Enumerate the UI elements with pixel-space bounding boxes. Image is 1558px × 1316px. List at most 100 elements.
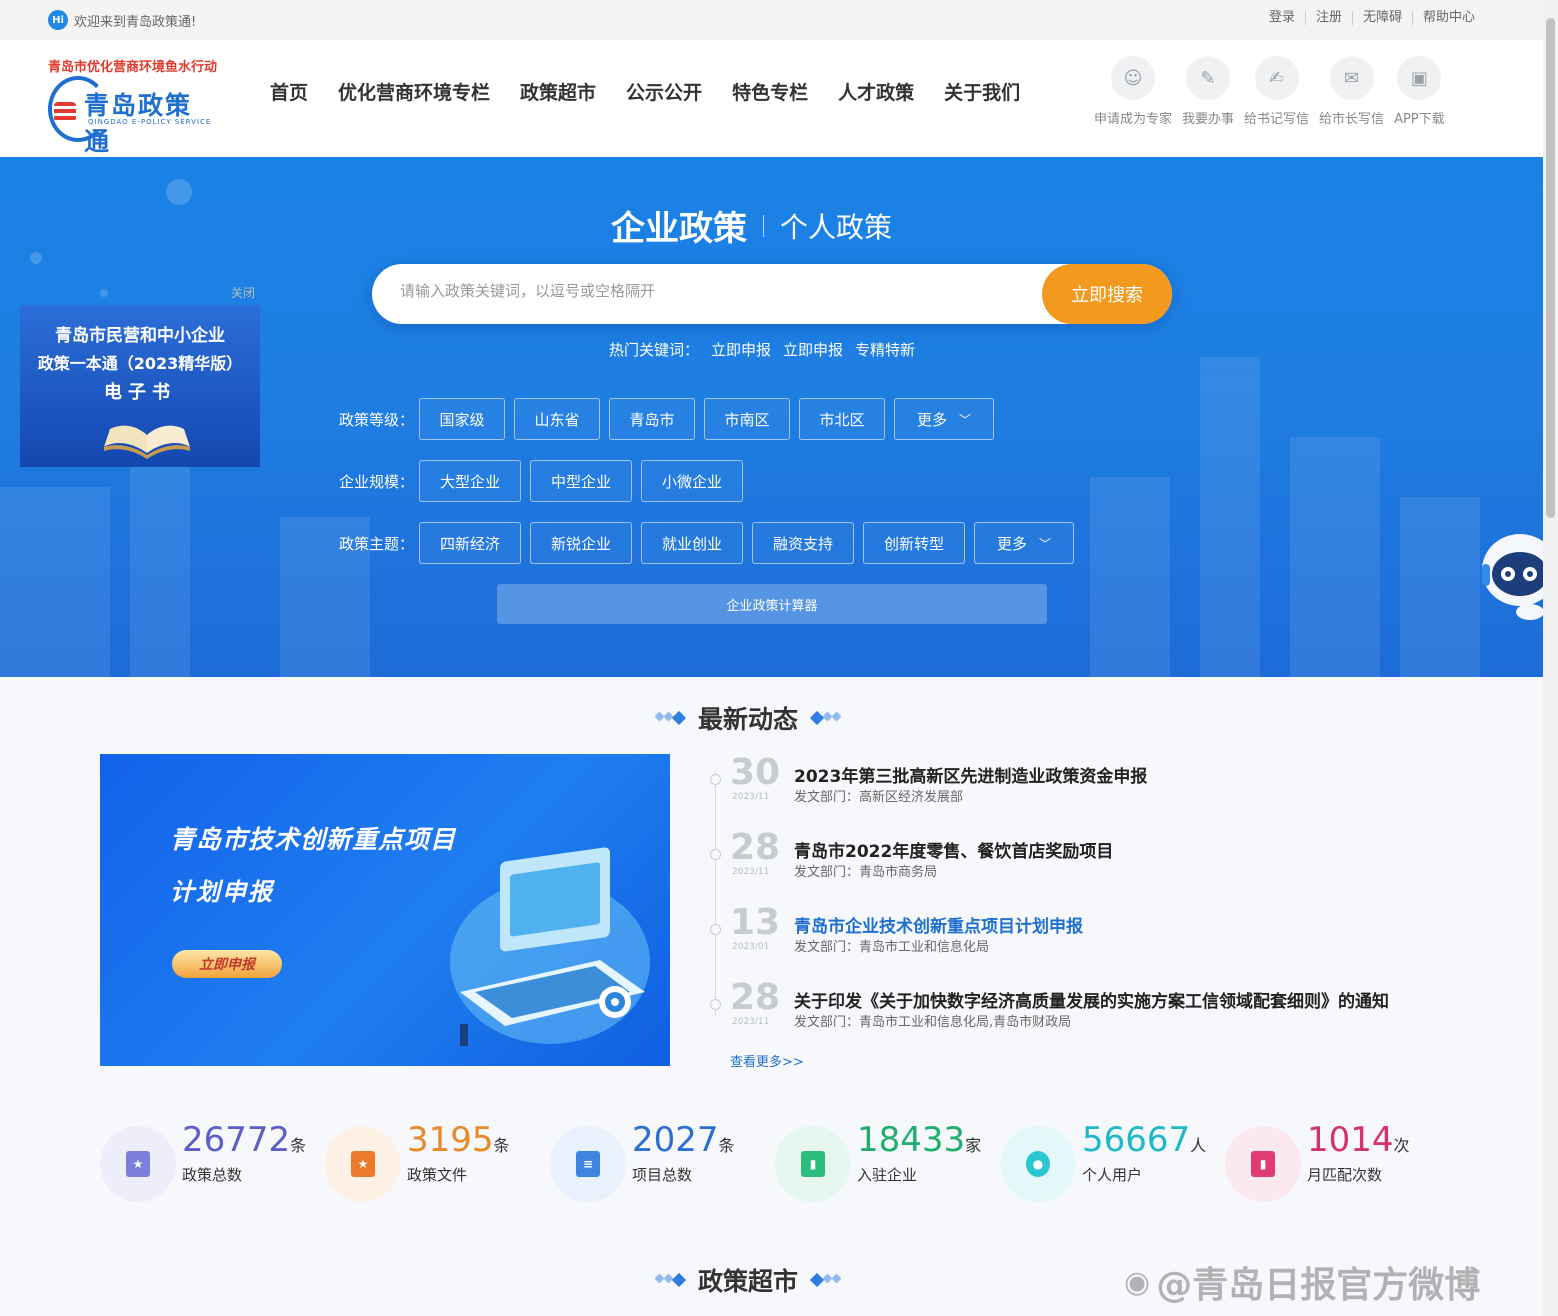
policy-calculator-button[interactable]: 企业政策计算器 <box>497 584 1047 624</box>
chip-innovation[interactable]: 创新转型 <box>863 522 965 564</box>
letter-icon: ✉ <box>1329 56 1374 100</box>
stat-unit: 条 <box>493 1136 510 1155</box>
chip-medium-enterprise[interactable]: 中型企业 <box>530 460 632 502</box>
stat-label: 政策总数 <box>182 1166 243 1184</box>
hot-keyword[interactable]: 专精特新 <box>855 339 915 360</box>
news-item[interactable]: 30 2023/11 2023年第三批高新区先进制造业政策资金申报 发文部门：高… <box>708 752 1468 831</box>
chip-large-enterprise[interactable]: 大型企业 <box>419 460 521 502</box>
banner-title-line1: 青岛市技术创新重点项目 <box>170 825 457 854</box>
quick-mayor-letter[interactable]: ✉ 给市长写信 <box>1319 56 1384 127</box>
nav-policy-market[interactable]: 政策超市 <box>520 78 596 105</box>
laptop-illustration-icon <box>450 847 650 1046</box>
chip-shibei[interactable]: 市北区 <box>799 398 885 440</box>
chevron-down-icon: ﹀ <box>959 412 972 427</box>
chip-financing[interactable]: 融资支持 <box>752 522 854 564</box>
quick-app-download[interactable]: ▣ APP下载 <box>1394 56 1445 127</box>
stat-policy-files: ★ 3195条 政策文件 <box>325 1118 550 1208</box>
quick-app-label: APP下载 <box>1394 112 1445 127</box>
quick-expert[interactable]: ☺ 申请成为专家 <box>1094 56 1172 127</box>
chip-new-economy[interactable]: 四新经济 <box>419 522 521 564</box>
quick-secretary-label: 给书记写信 <box>1244 112 1310 127</box>
news-year-month: 2023/01 <box>732 942 770 952</box>
nav-about-us[interactable]: 关于我们 <box>944 78 1020 105</box>
news-item-title[interactable]: 青岛市企业技术创新重点项目计划申报 <box>794 912 1083 937</box>
news-year-month: 2023/11 <box>732 792 770 802</box>
robot-assistant-icon[interactable] <box>1480 528 1543 620</box>
banner-apply-button[interactable]: 立即申报 <box>172 950 282 978</box>
nav-special-column[interactable]: 特色专栏 <box>732 78 808 105</box>
policy-tabs: 企业政策 个人政策 <box>611 201 892 250</box>
hot-keyword[interactable]: 立即申报 <box>783 339 843 360</box>
stat-unit: 家 <box>965 1136 982 1155</box>
timeline-dot-icon <box>710 774 721 785</box>
search-input[interactable] <box>400 282 1020 300</box>
login-link[interactable]: 登录 <box>1259 11 1305 25</box>
chip-emerging-enterprise[interactable]: 新锐企业 <box>530 522 632 564</box>
chip-more-topics[interactable]: 更多 ﹀ <box>974 522 1074 564</box>
stat-personal-users: ● 56667人 个人用户 <box>1000 1118 1225 1208</box>
news-year-month: 2023/11 <box>732 1017 770 1027</box>
stat-label: 政策文件 <box>407 1166 468 1184</box>
news-more-link[interactable]: 查看更多>> <box>730 1051 804 1070</box>
ebook-close-button[interactable]: 关闭 <box>231 284 255 301</box>
nav-home[interactable]: 首页 <box>270 78 308 105</box>
hi-icon: Hi <box>48 10 68 30</box>
news-item[interactable]: 28 2023/11 关于印发《关于加快数字经济高质量发展的实施方案工信领域配套… <box>708 977 1468 1056</box>
stats-row: ★ 26772条 政策总数 ★ 3195条 政策文件 ≡ 2027条 项目总数 … <box>100 1118 1450 1208</box>
stat-label: 个人用户 <box>1082 1166 1143 1184</box>
clipboard-icon: ✎ <box>1186 56 1231 100</box>
user-icon: ● <box>1026 1151 1050 1177</box>
header: 青岛市优化营商环境鱼水行动 青岛政策通 QINGDAO E-POLICY SER… <box>0 40 1543 157</box>
news-banner[interactable]: 青岛市技术创新重点项目 计划申报 立即申报 <box>100 754 670 1066</box>
ebook-ad[interactable]: 青岛市民营和中小企业 政策一本通（2023精华版） 电子书 <box>20 305 260 467</box>
chip-shinan[interactable]: 市南区 <box>704 398 790 440</box>
nav-public-notice[interactable]: 公示公开 <box>626 78 702 105</box>
tab-personal-policy[interactable]: 个人政策 <box>780 206 892 246</box>
chip-small-enterprise[interactable]: 小微企业 <box>641 460 743 502</box>
nav-talent-policy[interactable]: 人才政策 <box>838 78 914 105</box>
stat-label: 月匹配次数 <box>1307 1166 1383 1184</box>
site-logo[interactable]: 青岛政策通 QINGDAO E-POLICY SERVICE <box>48 76 218 156</box>
logo-wave-icon <box>54 102 76 122</box>
news-item-title[interactable]: 青岛市2022年度零售、餐饮首店奖励项目 <box>794 837 1113 862</box>
welcome-text: 欢迎来到青岛政策通! <box>74 14 197 30</box>
news-item-title[interactable]: 2023年第三批高新区先进制造业政策资金申报 <box>794 762 1147 787</box>
quick-secretary-letter[interactable]: ✍ 给书记写信 <box>1244 56 1309 127</box>
news-item[interactable]: 13 2023/01 青岛市企业技术创新重点项目计划申报 发文部门：青岛市工业和… <box>708 902 1468 981</box>
timeline-dot-icon <box>710 924 721 935</box>
quick-service[interactable]: ✎ 我要办事 <box>1182 56 1234 127</box>
main-nav: 首页 优化营商环境专栏 政策超市 公示公开 特色专栏 人才政策 关于我们 <box>270 78 1020 105</box>
help-center-link[interactable]: 帮助中心 <box>1411 11 1485 25</box>
scrollbar-thumb[interactable] <box>1546 18 1555 518</box>
diamond-decor-icon <box>654 710 687 726</box>
logo-slogan: 青岛市优化营商环境鱼水行动 <box>48 60 218 75</box>
news-section-title: 最新动态 <box>654 700 842 736</box>
hot-keywords: 热门关键词： 立即申报 立即申报 专精特新 <box>609 339 915 360</box>
news-item-title[interactable]: 关于印发《关于加快数字经济高质量发展的实施方案工信领域配套细则》的通知 <box>794 987 1389 1012</box>
project-box-icon: ≡ <box>576 1151 600 1177</box>
register-link[interactable]: 注册 <box>1304 11 1352 25</box>
hot-keyword[interactable]: 立即申报 <box>711 339 771 360</box>
watermark-text: @青岛日报官方微博 <box>1156 1265 1481 1306</box>
filter-policy-topic: 政策主题： 四新经济 新锐企业 就业创业 融资支持 创新转型 更多 ﹀ <box>339 522 1083 564</box>
chip-shandong[interactable]: 山东省 <box>514 398 600 440</box>
chip-more-levels[interactable]: 更多 ﹀ <box>894 398 994 440</box>
stat-icon-bg: ★ <box>325 1126 401 1202</box>
policy-file-icon: ★ <box>351 1151 375 1177</box>
market-title: 政策超市 <box>698 1267 799 1296</box>
news-item[interactable]: 28 2023/11 青岛市2022年度零售、餐饮首店奖励项目 发文部门：青岛市… <box>708 827 1468 906</box>
chip-national[interactable]: 国家级 <box>419 398 505 440</box>
tab-enterprise-policy[interactable]: 企业政策 <box>611 201 747 250</box>
stat-icon-bg: ● <box>1000 1126 1076 1202</box>
news-list: 30 2023/11 2023年第三批高新区先进制造业政策资金申报 发文部门：高… <box>708 752 1468 1056</box>
chip-qingdao[interactable]: 青岛市 <box>609 398 695 440</box>
page-scrollbar[interactable] <box>1543 0 1558 1316</box>
search-button[interactable]: 立即搜索 <box>1042 264 1172 324</box>
search-box: 立即搜索 <box>372 264 1172 324</box>
nav-business-environment[interactable]: 优化营商环境专栏 <box>338 78 490 105</box>
stat-icon-bg: ▮ <box>775 1126 851 1202</box>
chip-employment[interactable]: 就业创业 <box>641 522 743 564</box>
decor-building <box>1290 437 1380 677</box>
news-day: 28 <box>730 827 781 868</box>
accessibility-link[interactable]: 无障碍 <box>1351 11 1412 25</box>
